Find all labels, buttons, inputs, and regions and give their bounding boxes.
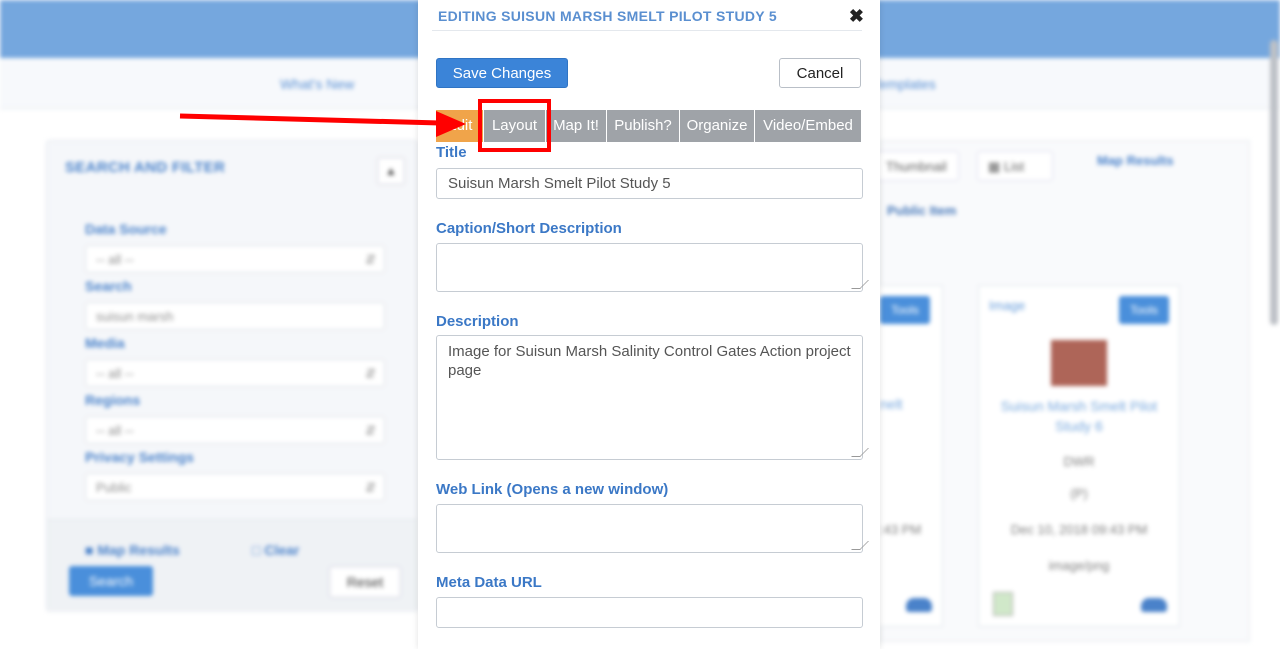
annotation-highlight-box: [478, 99, 551, 152]
annotation-arrow-head: [436, 111, 466, 137]
annotation-overlay: [179, 111, 466, 137]
annotation-arrow-line: [179, 113, 441, 126]
